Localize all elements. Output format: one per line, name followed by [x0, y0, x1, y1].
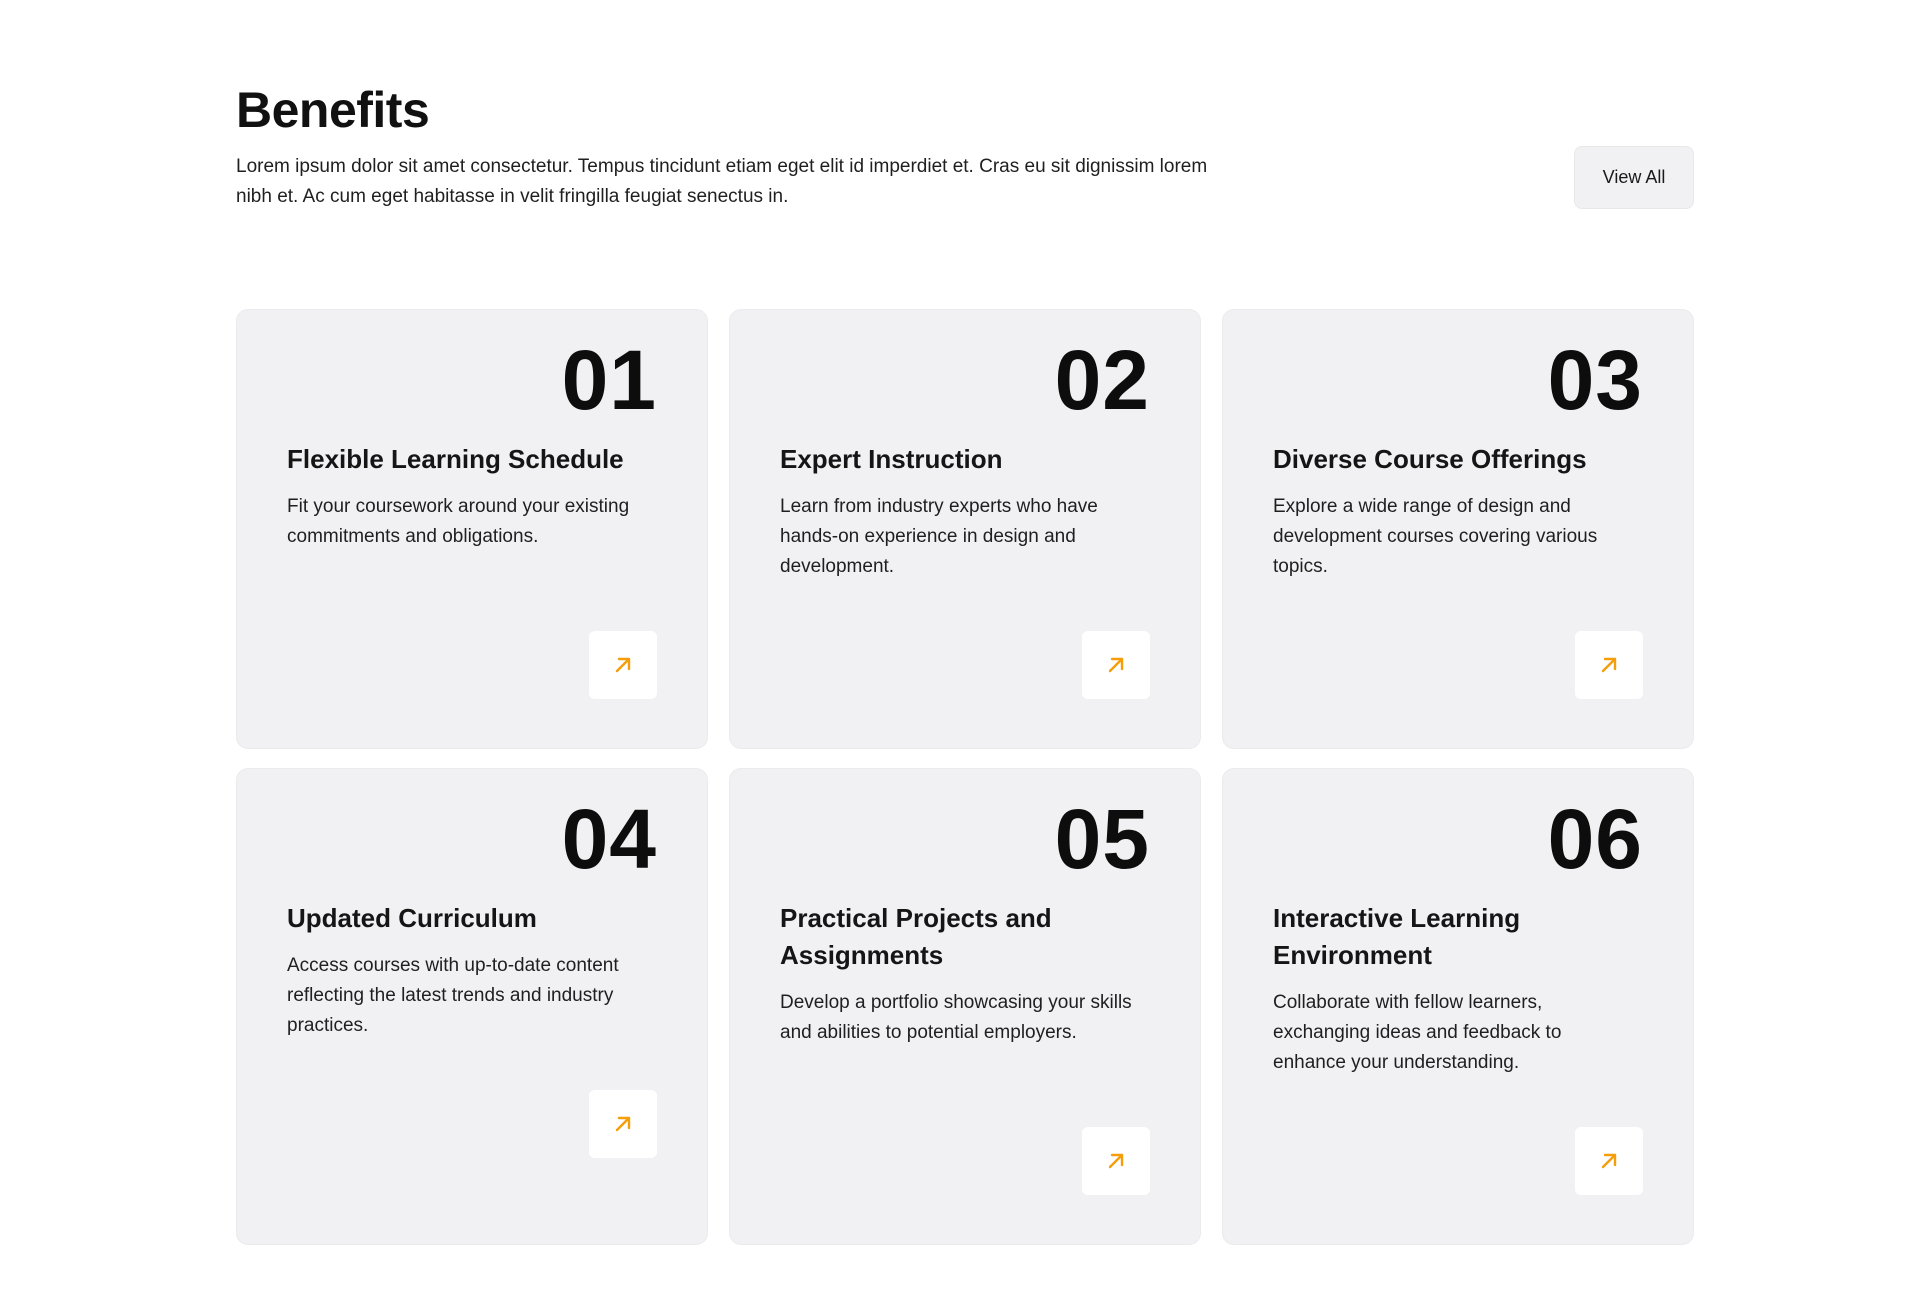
- card-number: 04: [561, 792, 657, 886]
- arrow-up-right-icon: [1108, 657, 1124, 673]
- benefit-card: 04 Updated Curriculum Access courses wit…: [236, 768, 708, 1245]
- benefit-card: 01 Flexible Learning Schedule Fit your c…: [236, 309, 708, 749]
- page-title: Benefits: [236, 82, 430, 138]
- card-arrow-button[interactable]: [589, 1090, 657, 1158]
- benefits-header: Benefits Lorem ipsum dolor sit amet cons…: [236, 78, 1694, 212]
- card-number: 01: [561, 333, 657, 427]
- card-title: Flexible Learning Schedule: [287, 444, 624, 474]
- benefits-page: Benefits Lorem ipsum dolor sit amet cons…: [0, 0, 1920, 1313]
- card-description: Learn from industry experts who have han…: [780, 496, 1098, 577]
- card-arrow-button[interactable]: [1082, 631, 1150, 699]
- card-number: 02: [1054, 333, 1150, 427]
- card-number: 03: [1547, 333, 1643, 427]
- card-arrow-button[interactable]: [1575, 1127, 1643, 1195]
- card-title: Practical Projects and Assignments: [780, 903, 1052, 970]
- card-arrow-button[interactable]: [1082, 1127, 1150, 1195]
- benefit-card: 06 Interactive Learning Environment Coll…: [1222, 768, 1694, 1245]
- card-arrow-button[interactable]: [1575, 631, 1643, 699]
- page-subtitle: Lorem ipsum dolor sit amet consectetur. …: [236, 156, 1208, 207]
- card-description: Develop a portfolio showcasing your skil…: [780, 992, 1132, 1043]
- benefit-card: 03 Diverse Course Offerings Explore a wi…: [1222, 309, 1694, 749]
- arrow-up-right-icon: [615, 1116, 631, 1132]
- card-number: 06: [1547, 792, 1643, 886]
- card-description: Fit your coursework around your existing…: [287, 496, 630, 547]
- arrow-up-right-icon: [1601, 657, 1617, 673]
- card-title: Interactive Learning Environment: [1273, 903, 1521, 970]
- card-arrow-button[interactable]: [589, 631, 657, 699]
- card-title: Diverse Course Offerings: [1273, 444, 1587, 474]
- card-title: Updated Curriculum: [287, 903, 537, 933]
- arrow-up-right-icon: [1601, 1153, 1617, 1169]
- benefits-grid: 01 Flexible Learning Schedule Fit your c…: [236, 309, 1694, 1245]
- arrow-up-right-icon: [615, 657, 631, 673]
- card-number: 05: [1054, 792, 1150, 886]
- card-description: Explore a wide range of design and devel…: [1273, 496, 1598, 577]
- benefit-card: 05 Practical Projects and Assignments De…: [729, 768, 1201, 1245]
- card-description: Access courses with up-to-date content r…: [287, 955, 619, 1036]
- benefit-card: 02 Expert Instruction Learn from industr…: [729, 309, 1201, 749]
- card-title: Expert Instruction: [780, 444, 1003, 474]
- arrow-up-right-icon: [1108, 1153, 1124, 1169]
- card-description: Collaborate with fellow learners, exchan…: [1273, 992, 1562, 1073]
- view-all-button[interactable]: View All: [1574, 146, 1694, 209]
